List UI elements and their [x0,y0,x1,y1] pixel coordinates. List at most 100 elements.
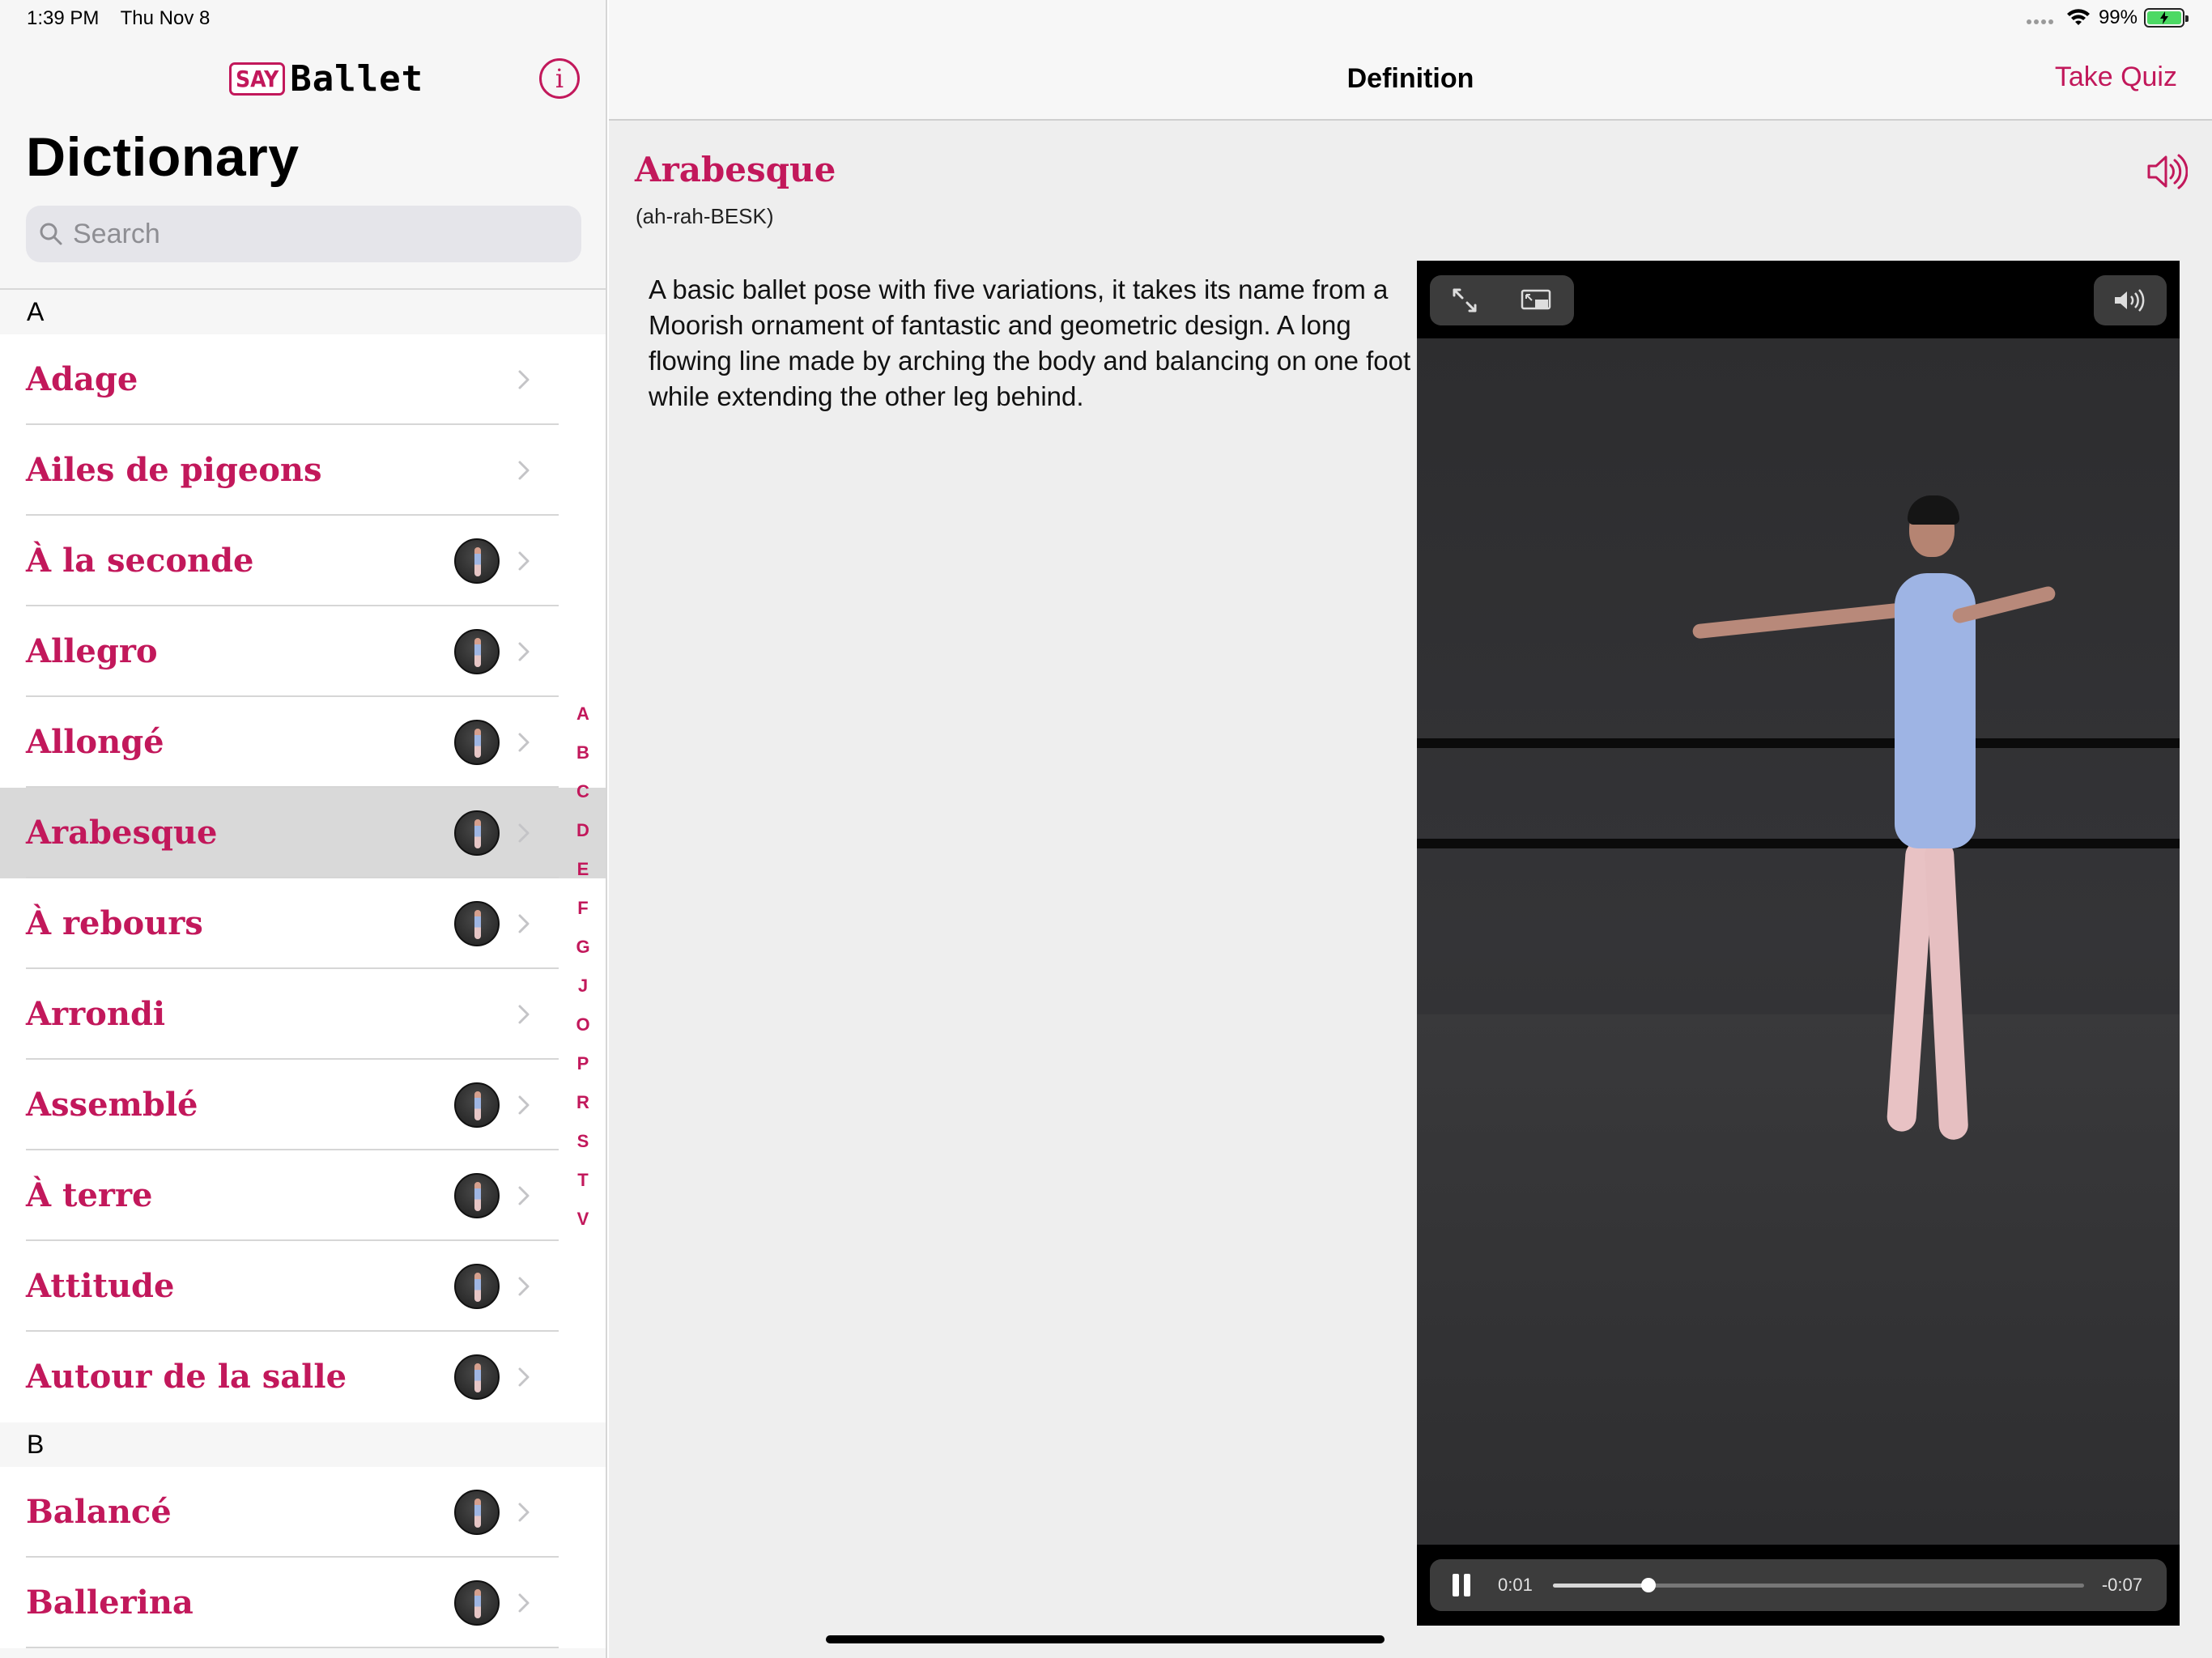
video-thumbnail [454,629,500,674]
fullscreen-icon[interactable] [1451,287,1478,314]
video-transport-bar: 0:01 -0:07 [1430,1559,2167,1611]
list-item-label: Ballerina [26,1584,194,1622]
list-item-label: À la seconde [26,542,254,580]
list-item-label: Attitude [26,1267,175,1305]
list-item[interactable]: Autour de la salle [0,1332,606,1422]
video-volume-button[interactable] [2094,275,2167,325]
index-letter[interactable]: T [567,1161,599,1200]
index-letter[interactable]: C [567,772,599,811]
definition-text: A basic ballet pose with five variations… [649,274,1411,411]
index-letter[interactable]: B [567,733,599,772]
video-barre-upper [1417,738,2180,748]
pronunciation: (ah-rah-BESK) [636,204,774,228]
video-floor [1417,1014,2180,1545]
video-progress [1553,1584,1649,1588]
list-item[interactable]: Assemblé [0,1060,606,1150]
video-scrubber-handle[interactable] [1641,1578,1657,1592]
time-remaining: -0:07 [2101,1575,2142,1595]
video-scrubber[interactable] [1553,1578,2084,1592]
video-thumbnail [454,1264,500,1309]
list-item[interactable]: Ballerina [0,1558,606,1648]
index-letter[interactable]: S [567,1122,599,1161]
list-item[interactable]: Allongé [0,697,606,788]
video-barre-lower [1417,839,2180,848]
index-letter[interactable]: D [567,811,599,850]
picture-in-picture-icon[interactable] [1521,288,1553,312]
term-title: Arabesque [635,150,836,189]
section-header: A [0,290,606,334]
list-item-label: À terre [26,1176,153,1214]
list-item-label: Ailes de pigeons [26,451,322,489]
index-letter[interactable]: J [567,967,599,1005]
video-thumbnail [454,1490,500,1535]
video-thumbnail [454,810,500,856]
chevron-right-icon [518,733,530,752]
index-letter[interactable]: V [567,1200,599,1239]
list-item[interactable]: À rebours [0,878,606,969]
search-bar[interactable] [26,206,581,262]
logo-ballet: Ballet [290,58,424,100]
video-frame [1417,338,2180,1545]
battery-percent: 99% [2098,6,2138,28]
list-item[interactable]: Balancé [0,1467,606,1558]
detail-pane: Definition Take Quiz Arabesque (ah-rah-B… [609,0,2212,1658]
list-item-label: Adage [26,360,138,398]
video-thumbnail [454,1354,500,1400]
video-thumbnail [454,901,500,946]
time-elapsed: 0:01 [1498,1575,1533,1595]
battery-icon [2144,8,2189,28]
chevron-right-icon [518,823,530,843]
chevron-right-icon [518,1095,530,1115]
list-item[interactable]: Arabesque [0,788,606,878]
list-item-label: Balancé [26,1493,172,1531]
pause-icon[interactable] [1453,1574,1472,1596]
take-quiz-button[interactable]: Take Quiz [2055,62,2177,93]
list-item[interactable]: À terre [0,1150,606,1241]
chevron-right-icon [518,370,530,389]
list-item[interactable]: Allegro [0,606,606,697]
chevron-right-icon [518,1005,530,1024]
info-button[interactable]: i [539,58,580,99]
list-item[interactable]: Adage [0,334,606,425]
chevron-right-icon [518,461,530,480]
chevron-right-icon [518,1367,530,1387]
volume-icon [2115,289,2145,312]
chevron-right-icon [518,551,530,571]
index-letter[interactable]: G [567,928,599,967]
chevron-right-icon [518,1186,530,1205]
list-item[interactable]: Ailes de pigeons [0,425,606,516]
list-item-label: À rebours [26,904,203,942]
search-input[interactable] [73,218,559,250]
list-item[interactable]: À la seconde [0,516,606,606]
status-left: 1:39 PM Thu Nov 8 [27,7,226,30]
speaker-icon[interactable] [2142,149,2188,194]
search-icon [40,223,62,245]
video-thumbnail [454,1082,500,1128]
video-player[interactable]: 0:01 -0:07 [1417,261,2180,1626]
index-letter[interactable]: E [567,850,599,889]
index-letter[interactable]: F [567,889,599,928]
video-thumbnail [454,720,500,765]
status-date: Thu Nov 8 [120,7,211,29]
list-item[interactable]: Arrondi [0,969,606,1060]
index-letter[interactable]: O [567,1005,599,1044]
status-time: 1:39 PM [27,7,100,29]
logo-say: SAY [229,62,286,96]
index-letter[interactable]: A [567,695,599,733]
list-item-label: Allongé [26,723,164,761]
index-letter[interactable]: R [567,1083,599,1122]
video-thumbnail [454,1173,500,1218]
list-item-label: Autour de la salle [26,1358,347,1396]
app-logo: SAY Ballet [229,58,423,100]
alphabet-index[interactable]: ABCDEFGJOPRSTV [567,695,599,1239]
chevron-right-icon [518,1503,530,1522]
home-indicator [826,1635,1385,1643]
video-top-controls [1430,275,1574,325]
term-list[interactable]: A Adage Ailes de pigeons À la seconde Allegr… [0,290,606,1648]
cellular-signal-icon [2026,19,2053,24]
chevron-right-icon [518,914,530,933]
index-letter[interactable]: P [567,1044,599,1083]
page-title: Dictionary [26,126,300,188]
list-item[interactable]: Attitude [0,1241,606,1332]
sidebar: SAY Ballet i Dictionary A Adage Ailes de p… [0,0,607,1658]
